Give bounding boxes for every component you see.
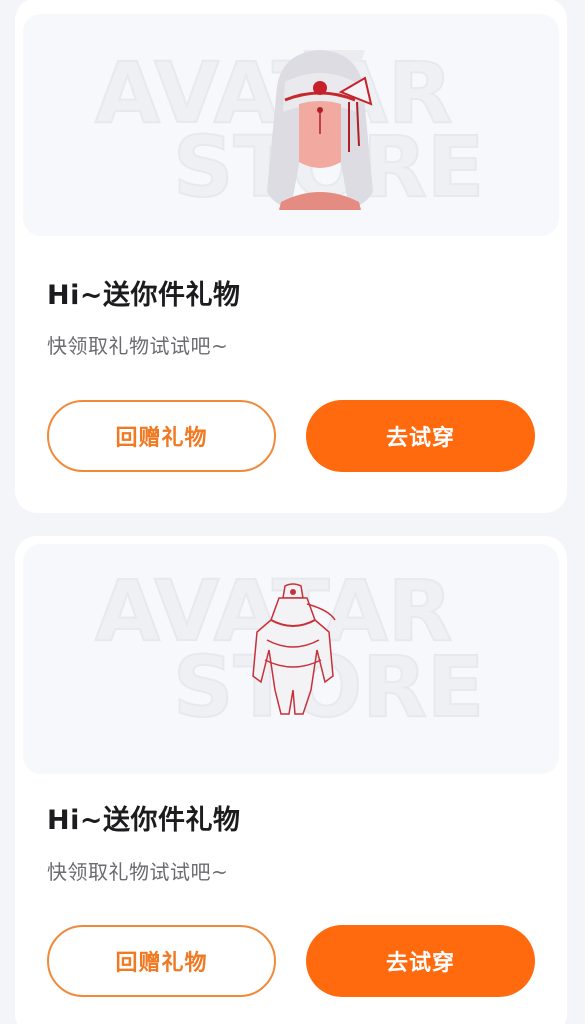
card-title: Hi~送你件礼物 [47,805,241,836]
gift-feed: AVATAR STORE Hi~送你件礼物 快领取礼物试试吧~ 回赠礼物 去试穿 [0,0,585,1024]
item-preview[interactable]: AVATAR STORE [23,14,559,236]
item-preview[interactable]: AVATAR STORE [23,544,559,774]
card-subtitle: 快领取礼物试试吧~ [47,334,229,358]
return-gift-button[interactable]: 回赠礼物 [47,925,276,997]
try-on-button[interactable]: 去试穿 [306,925,535,997]
try-on-button[interactable]: 去试穿 [306,400,535,472]
return-gift-button[interactable]: 回赠礼物 [47,400,276,472]
gift-card: AVATAR STORE Hi~送你件礼物 快领取礼物试试吧~ 回赠礼物 去试穿 [15,0,567,513]
hair-accessory-icon [267,50,373,210]
card-title: Hi~送你件礼物 [47,280,241,311]
outfit-icon [252,583,336,715]
gift-card: AVATAR STORE Hi~送你件礼物 快领取礼物试试吧~ 回赠礼物 去试穿 [15,536,567,1024]
card-subtitle: 快领取礼物试试吧~ [47,860,229,884]
